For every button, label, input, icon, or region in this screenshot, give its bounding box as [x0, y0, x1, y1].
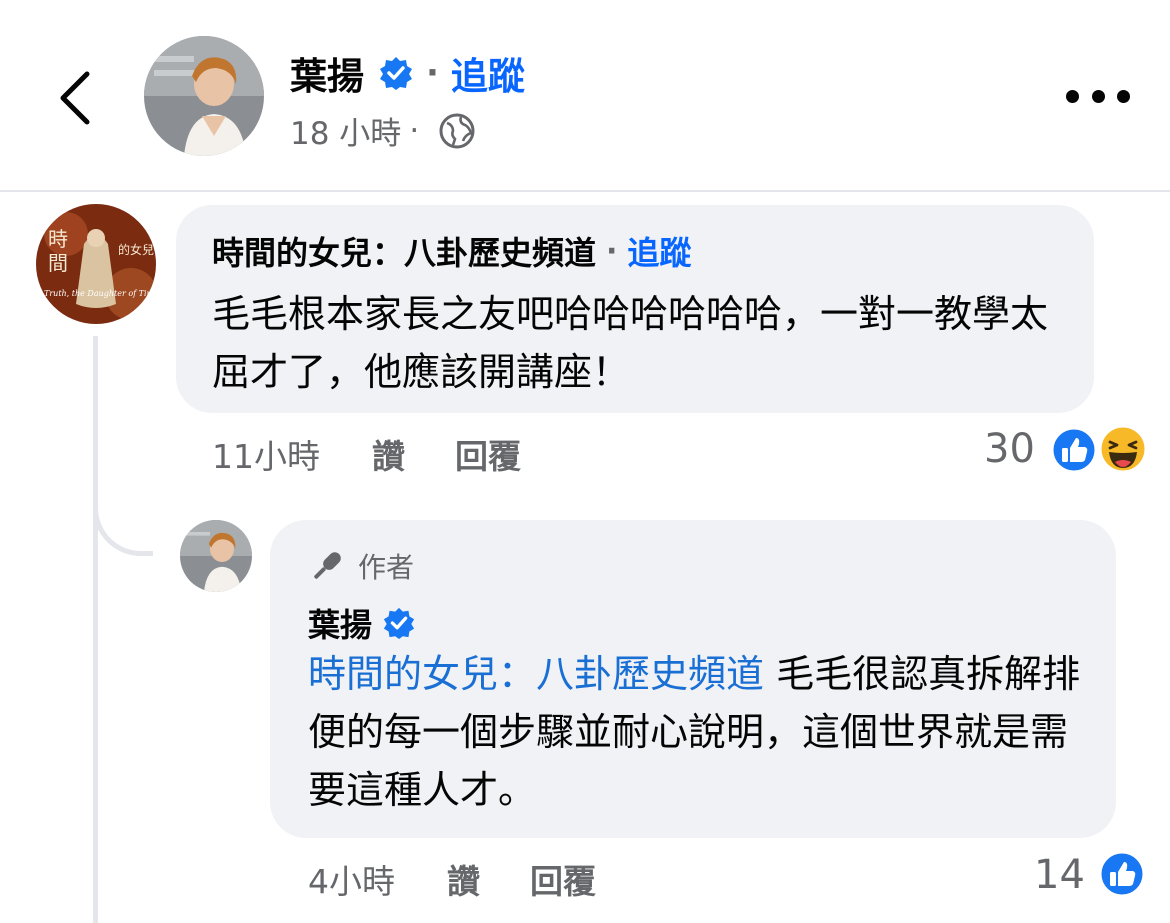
- comment-time[interactable]: 11小時: [212, 430, 320, 478]
- reply-author-row: 葉揚: [308, 600, 416, 646]
- avatar-char-top: 時: [48, 227, 68, 251]
- comment-actions: 11小時 讚 回覆: [212, 430, 521, 478]
- verified-badge-icon: [380, 57, 412, 90]
- avatar-caption: Truth, the Daughter of Time.: [44, 289, 156, 298]
- like-reaction-icon[interactable]: [1050, 426, 1098, 474]
- avatar-title: 的女兒: [118, 242, 154, 257]
- haha-reaction-icon[interactable]: [1098, 424, 1148, 474]
- like-button[interactable]: 讚: [372, 430, 405, 478]
- follow-button[interactable]: 追蹤: [627, 228, 691, 274]
- thread-line: [93, 336, 98, 923]
- post-time[interactable]: 18 小時: [290, 108, 401, 153]
- separator-dot: ·: [426, 53, 439, 93]
- author-microphone-icon: [314, 552, 341, 579]
- more-options-icon[interactable]: [1066, 80, 1130, 112]
- chevron-left-icon: [60, 71, 90, 125]
- author-badge: 作者: [308, 546, 414, 586]
- thread-connector: [93, 500, 153, 556]
- author-avatar-image: [144, 36, 264, 156]
- reply-author-name[interactable]: 葉揚: [308, 600, 372, 646]
- reaction-count[interactable]: 30: [984, 426, 1035, 472]
- post-author-row: 葉揚 · 追蹤: [290, 46, 525, 100]
- mention-link[interactable]: 時間的女兒：八卦歷史頻道: [308, 652, 764, 696]
- globe-icon: [439, 113, 475, 148]
- reply-author-avatar[interactable]: [180, 520, 252, 592]
- separator-dot: ·: [606, 233, 618, 269]
- post-author-name[interactable]: 葉揚: [290, 46, 364, 100]
- header-divider: [0, 190, 1170, 192]
- reply-button[interactable]: 回覆: [530, 855, 596, 903]
- reply-time[interactable]: 4小時: [308, 855, 395, 903]
- back-button[interactable]: [40, 58, 110, 138]
- meta-separator: ·: [409, 112, 420, 149]
- author-badge-label: 作者: [358, 551, 415, 584]
- verified-badge-icon: [383, 607, 415, 640]
- follow-button[interactable]: 追蹤: [451, 46, 525, 100]
- reply-avatar-image: [180, 520, 252, 592]
- author-avatar[interactable]: [144, 36, 264, 156]
- commenter-avatar[interactable]: 時 間 的女兒 Truth, the Daughter of Time.: [36, 204, 156, 324]
- comment-author-row: 時間的女兒：八卦歷史頻道 · 追蹤: [212, 228, 691, 274]
- like-reaction-icon[interactable]: [1098, 850, 1146, 898]
- reply-button[interactable]: 回覆: [455, 430, 521, 478]
- post-meta: 18 小時 ·: [290, 108, 475, 153]
- commenter-avatar-image: 時 間 的女兒 Truth, the Daughter of Time.: [36, 204, 156, 324]
- reply-text: 時間的女兒：八卦歷史頻道 毛毛很認真拆解排便的每一個步驟並耐心說明，這個世界就是…: [308, 645, 1098, 819]
- like-button[interactable]: 讚: [447, 855, 480, 903]
- comment-text: 毛毛根本家長之友吧哈哈哈哈哈哈，一對一教學太屈才了，他應該開講座！: [212, 292, 1049, 394]
- reply-actions: 4小時 讚 回覆: [308, 855, 596, 903]
- comment-author-name[interactable]: 時間的女兒：八卦歷史頻道: [212, 228, 596, 274]
- reaction-count[interactable]: 14: [1034, 852, 1085, 898]
- avatar-char-mid: 間: [48, 251, 68, 275]
